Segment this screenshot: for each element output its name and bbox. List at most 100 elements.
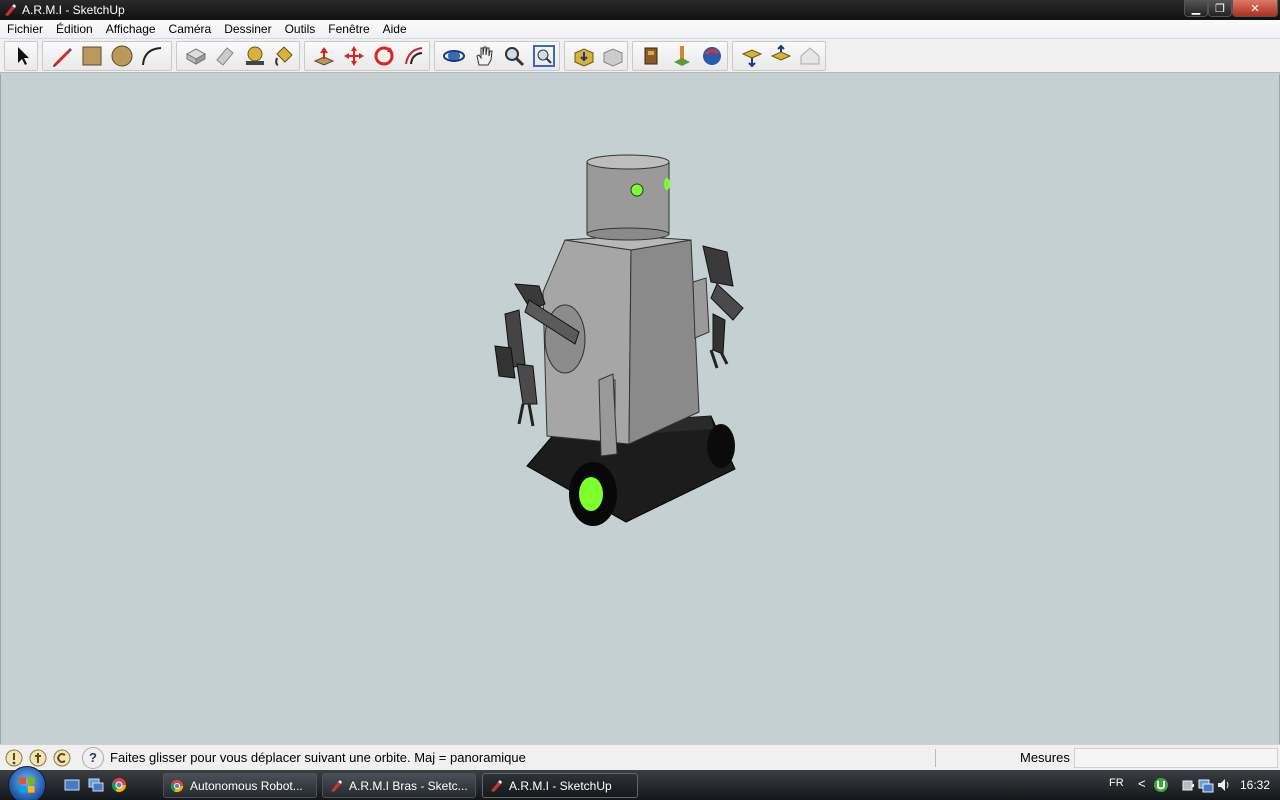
taskbar-item-browser[interactable]: Autonomous Robot...: [163, 773, 317, 798]
taskbar-item-label: A.R.M.I - SketchUp: [509, 778, 612, 793]
menu-outils[interactable]: Outils: [278, 20, 322, 39]
arc-icon: [142, 47, 162, 66]
toolbar: [0, 39, 1280, 73]
measurements-input[interactable]: [1074, 748, 1278, 768]
windows-taskbar: Autonomous Robot... A.R.M.I Bras - Sketc…: [0, 766, 1280, 800]
measurements-label: Mesures: [1020, 750, 1070, 765]
rectangle-tool-button[interactable]: [77, 42, 107, 70]
status-divider: [935, 749, 936, 767]
share-model-button[interactable]: [598, 42, 627, 70]
share-model-icon: [603, 48, 622, 67]
taskbar-item-label: Autonomous Robot...: [190, 778, 303, 793]
menu-fichier[interactable]: Fichier: [0, 20, 49, 39]
title-bar: A.R.M.I - SketchUp ▁ ❐ ✕: [0, 0, 1280, 20]
rectangle-icon: [82, 46, 102, 66]
get-current-view-button[interactable]: [737, 42, 766, 70]
offset-icon: [405, 47, 423, 65]
line-tool-button[interactable]: [47, 42, 77, 70]
maximize-button[interactable]: ❐: [1208, 0, 1232, 17]
show-desktop-icon[interactable]: [64, 777, 80, 793]
clock[interactable]: 16:32: [1240, 778, 1270, 792]
move-icon: [344, 46, 364, 66]
arc-tool-button[interactable]: [137, 42, 167, 70]
zoom-extents-icon: [533, 45, 555, 67]
eraser-icon: [216, 47, 234, 66]
network-tray-icon[interactable]: [1198, 777, 1214, 793]
menu-bar: Fichier Édition Affichage Caméra Dessine…: [0, 20, 1280, 39]
volume-tray-icon[interactable]: [1216, 777, 1232, 793]
toolbar-group-camera: [434, 41, 560, 71]
menu-dessiner[interactable]: Dessiner: [217, 20, 277, 39]
google-earth-button[interactable]: [697, 42, 727, 70]
status-message: Faites glisser pour vous déplacer suivan…: [110, 750, 526, 765]
push-pull-tool-button[interactable]: [309, 42, 339, 70]
google-earth-icon: [703, 47, 721, 65]
chrome-icon: [170, 779, 184, 792]
menu-edition[interactable]: Édition: [49, 20, 99, 39]
zoom-tool-button[interactable]: [499, 42, 529, 70]
get-models-button[interactable]: [569, 42, 598, 70]
taskbar-item-label: A.R.M.I Bras - Sketc...: [349, 778, 468, 793]
pan-tool-button[interactable]: [469, 42, 499, 70]
zoom-extents-button[interactable]: [529, 42, 559, 70]
help-icon[interactable]: ?: [82, 746, 104, 769]
circle-icon: [111, 45, 133, 67]
get-models-icon: [574, 48, 593, 67]
sketchup-icon: [331, 779, 342, 792]
tape-measure-icon: [245, 46, 264, 65]
toggle-terrain-button[interactable]: [766, 42, 795, 70]
place-model-button[interactable]: [667, 42, 697, 70]
start-button[interactable]: [8, 766, 46, 800]
toolbar-group-modify: [304, 41, 430, 71]
chrome-quicklaunch-icon[interactable]: [111, 777, 127, 793]
sketchup-app-icon: [3, 3, 17, 17]
menu-fenetre[interactable]: Fenêtre: [321, 20, 375, 39]
zoom-icon: [505, 47, 525, 67]
tape-measure-tool-button[interactable]: [240, 42, 270, 70]
geo-location-icon[interactable]: [4, 748, 24, 768]
taskbar-item-sketchup-bras[interactable]: A.R.M.I Bras - Sketc...: [322, 773, 476, 798]
make-component-button[interactable]: [181, 42, 211, 70]
select-arrow-icon: [18, 47, 29, 65]
make-component-icon: [185, 48, 206, 65]
switch-windows-icon[interactable]: [88, 777, 104, 793]
circle-tool-button[interactable]: [107, 42, 137, 70]
credits-icon[interactable]: [28, 748, 48, 768]
house-icon: [800, 47, 820, 65]
menu-affichage[interactable]: Affichage: [99, 20, 162, 39]
toolbar-group-warehouse: [564, 41, 628, 71]
toggle-terrain-icon: [770, 44, 792, 61]
user-account-icon[interactable]: [52, 748, 72, 768]
menu-aide[interactable]: Aide: [376, 20, 413, 39]
toolbar-group-draw: [42, 41, 172, 71]
menu-camera[interactable]: Caméra: [162, 20, 218, 39]
get-current-view-icon: [741, 49, 762, 68]
3d-viewport[interactable]: [0, 74, 1280, 744]
utorrent-tray-icon[interactable]: [1153, 777, 1169, 793]
taskbar-item-sketchup-armi[interactable]: A.R.M.I - SketchUp: [482, 773, 638, 798]
robot-3d-model: [494, 154, 744, 526]
minimize-button[interactable]: ▁: [1184, 0, 1208, 17]
components-button[interactable]: [637, 42, 667, 70]
rotate-icon: [374, 46, 394, 66]
language-indicator[interactable]: FR: [1109, 777, 1124, 789]
select-tool-button[interactable]: [9, 42, 37, 70]
sketchup-icon: [491, 779, 502, 792]
show-hidden-icons-arrow[interactable]: <: [1138, 776, 1146, 791]
toolbar-group-terrain: [732, 41, 826, 71]
window-title: A.R.M.I - SketchUp: [22, 3, 125, 17]
push-pull-icon: [313, 47, 335, 66]
power-tray-icon[interactable]: [1180, 777, 1196, 793]
eraser-tool-button[interactable]: [211, 42, 241, 70]
windows-logo-icon: [19, 777, 35, 793]
close-button[interactable]: ✕: [1232, 0, 1278, 17]
offset-tool-button[interactable]: [399, 42, 429, 70]
paint-bucket-tool-button[interactable]: [270, 42, 300, 70]
house-button[interactable]: [796, 42, 825, 70]
components-icon: [644, 47, 658, 65]
move-tool-button[interactable]: [339, 42, 369, 70]
orbit-tool-button[interactable]: [439, 42, 469, 70]
rotate-tool-button[interactable]: [369, 42, 399, 70]
toolbar-group-edit: [176, 41, 300, 71]
toolbar-group-earth: [632, 41, 728, 71]
